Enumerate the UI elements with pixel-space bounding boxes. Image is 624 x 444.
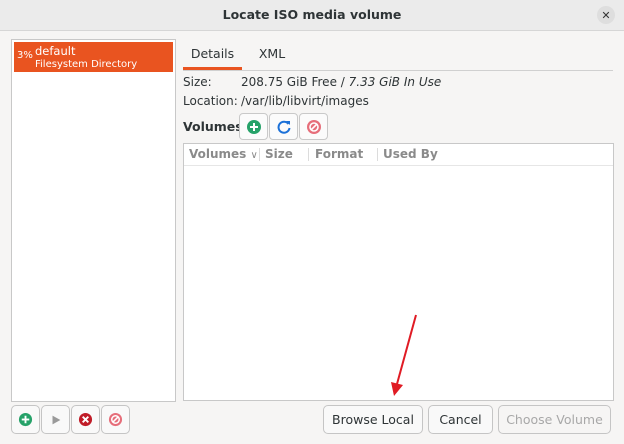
column-separator [259,148,260,161]
add-volume-button[interactable] [239,113,268,140]
add-pool-button[interactable] [11,405,40,434]
tab-xml[interactable]: XML [245,40,299,69]
browse-local-button[interactable]: Browse Local [323,405,423,434]
size-free: 208.75 GiB Free / [241,75,345,89]
column-format[interactable]: Format [315,147,363,161]
size-row: Size: 208.75 GiB Free / 7.33 GiB In Use [183,75,613,91]
pool-item-default[interactable]: 3% default Filesystem Directory [14,42,173,72]
tab-bar: Details XML [183,40,613,71]
window-title: Locate ISO media volume [222,7,402,22]
volumes-label: Volumes [183,119,243,134]
pool-name: default [35,44,76,58]
refresh-icon [277,120,290,134]
annotation-arrow-icon [391,314,417,396]
location-value: /var/lib/libvirt/images [241,94,369,108]
tab-details[interactable]: Details [183,40,242,70]
column-volumes[interactable]: Volumes ∨ [189,147,258,161]
size-label: Size: [183,75,212,89]
choose-volume-button[interactable]: Choose Volume [498,405,611,434]
column-used-by[interactable]: Used By [383,147,438,161]
pool-usage-percent: 3% [17,50,33,61]
tab-xml-label: XML [258,46,286,61]
cancel-button[interactable]: Cancel [428,405,493,434]
column-size[interactable]: Size [265,147,293,161]
stop-pool-icon [78,412,93,427]
delete-pool-button[interactable] [101,405,130,434]
column-separator [377,148,378,161]
volumes-table-header: Volumes ∨ Size Format Used By [184,144,613,166]
add-pool-icon [18,412,33,427]
size-in-use: 7.33 GiB In Use [348,75,442,89]
close-icon: ✕ [601,8,611,22]
pool-list[interactable]: 3% default Filesystem Directory [11,39,176,402]
column-volumes-label: Volumes [189,147,247,161]
location-row: Location: /var/lib/libvirt/images [183,94,613,110]
location-label: Location: [183,94,238,108]
stop-pool-button[interactable] [71,405,100,434]
start-pool-icon [52,415,60,424]
delete-pool-icon [108,412,123,427]
start-pool-button[interactable] [41,405,70,434]
delete-volume-button[interactable] [299,113,328,140]
column-separator [308,148,309,161]
size-value: 208.75 GiB Free / 7.33 GiB In Use [241,75,441,89]
add-volume-icon [246,119,261,134]
refresh-volumes-button[interactable] [269,113,298,140]
tab-details-label: Details [190,46,235,61]
title-bar: Locate ISO media volume ✕ [0,0,624,31]
sort-indicator-icon: ∨ [250,150,258,161]
close-button[interactable]: ✕ [597,6,615,24]
delete-volume-icon [306,119,321,134]
pool-type: Filesystem Directory [35,59,138,70]
